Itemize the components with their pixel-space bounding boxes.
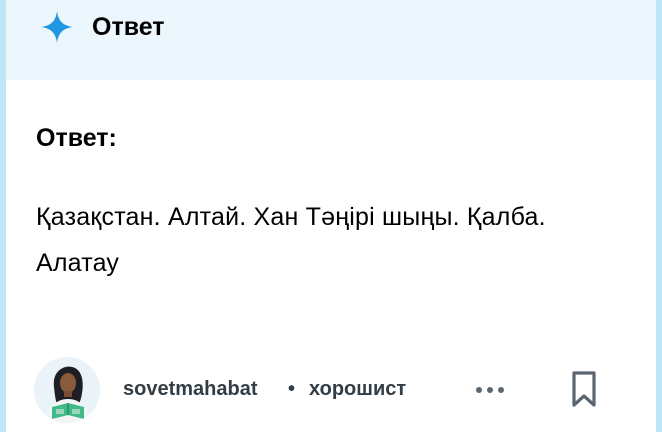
avatar-illustration	[34, 357, 100, 423]
answer-text-line: Алатау	[36, 249, 120, 277]
header-title: Ответ	[92, 13, 165, 41]
answer-text-line: Қазақстан. Алтай. Хан Тәңірі шыңы. Қалба…	[36, 203, 546, 231]
answer-card: Ответ Ответ: Қазақстан. Алтай. Хан Тәңір…	[0, 0, 662, 432]
author-rank: хорошист	[309, 378, 407, 400]
separator-dot: •	[288, 378, 296, 400]
sparkle-icon	[41, 11, 73, 43]
author-username[interactable]: sovetmahabat	[123, 377, 258, 401]
bookmark-icon[interactable]	[564, 367, 608, 411]
author-footer: sovetmahabat • хорошист	[6, 355, 656, 425]
answer-text: Қазақстан. Алтай. Хан Тәңірі шыңы. Қалба…	[36, 194, 636, 286]
more-dot	[498, 387, 504, 393]
answer-label: Ответ:	[36, 124, 117, 152]
answer-header: Ответ	[6, 0, 656, 80]
avatar-icon[interactable]	[34, 357, 100, 423]
more-dot	[476, 387, 482, 393]
more-options-icon[interactable]	[468, 371, 512, 407]
more-dot	[487, 387, 493, 393]
